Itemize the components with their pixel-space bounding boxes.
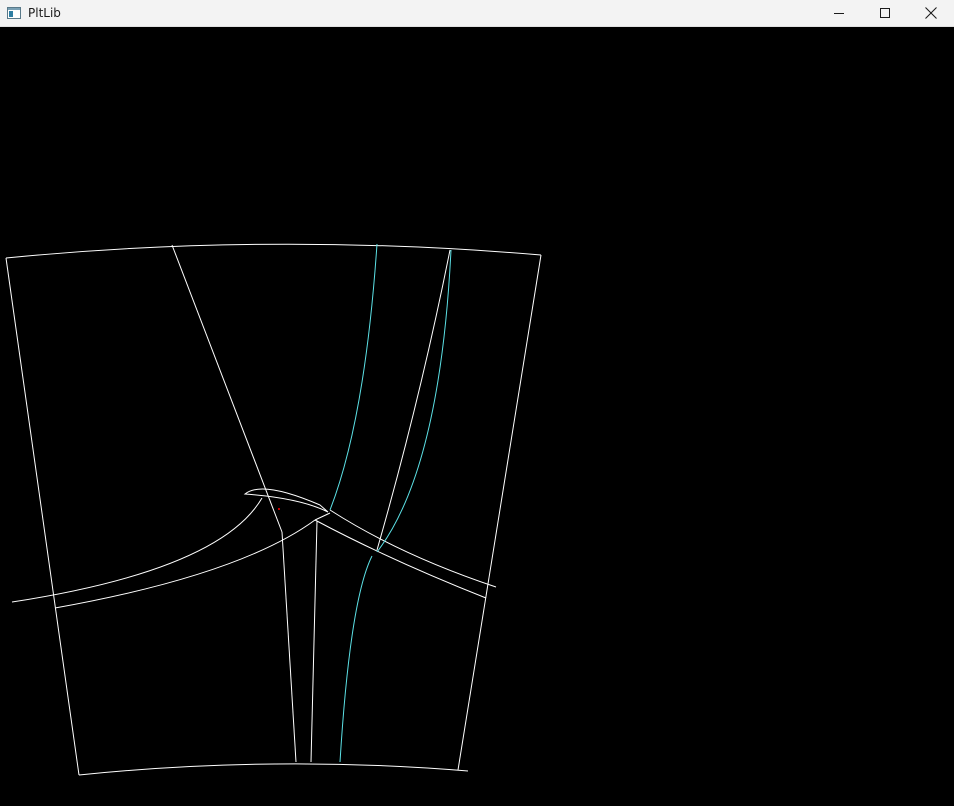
minimize-button[interactable] (816, 0, 862, 27)
wake-curve-lower-right (314, 519, 487, 599)
right-boundary (457, 254, 542, 771)
wake-curve-outer-left (11, 497, 263, 603)
blade-profile (243, 488, 329, 513)
streamline-upper-a (329, 243, 378, 511)
app-window: PltLib (0, 0, 954, 806)
outer-arc (5, 243, 542, 259)
close-icon (925, 7, 937, 19)
left-boundary (5, 257, 80, 776)
inner-arc (78, 763, 469, 776)
wake-curve-upper-right (329, 509, 497, 588)
title-bar[interactable]: PltLib (0, 0, 954, 27)
blade-tail (314, 512, 331, 521)
plot-drawing (5, 243, 542, 776)
window-title: PltLib (28, 6, 61, 20)
radial-line-bottom-a (281, 531, 297, 763)
plot-canvas[interactable] (0, 27, 954, 806)
wake-curve-inner-left (54, 519, 316, 609)
close-button[interactable] (908, 0, 954, 27)
radial-line-bottom-b (310, 520, 318, 763)
streamline-upper-b (376, 249, 452, 553)
radial-line-right (376, 249, 451, 551)
maximize-button[interactable] (862, 0, 908, 27)
streamline-lower (339, 555, 373, 763)
app-window-icon (6, 5, 22, 21)
maximize-icon (880, 8, 890, 18)
minimize-icon (834, 8, 844, 18)
center-marker (278, 508, 280, 510)
